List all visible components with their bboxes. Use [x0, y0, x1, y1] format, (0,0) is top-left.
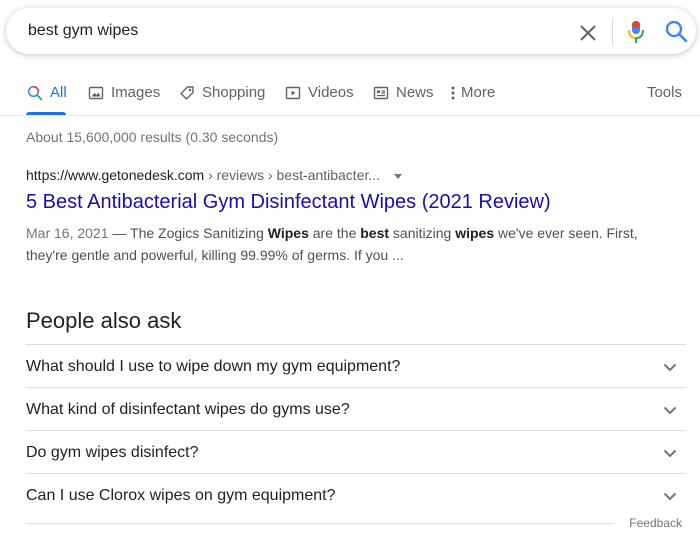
play-icon: [284, 84, 302, 102]
kebab-icon: [449, 84, 457, 102]
people-also-ask-title: People also ask: [26, 308, 182, 333]
feedback-link[interactable]: Feedback: [629, 516, 682, 530]
paa-question-text: What kind of disinfectant wipes do gyms …: [26, 401, 350, 418]
paa-question-text: Can I use Clorox wipes on gym equipment?: [26, 487, 336, 504]
result-title-link[interactable]: 5 Best Antibacterial Gym Disinfectant Wi…: [26, 191, 551, 214]
chevron-down-icon: [663, 406, 677, 415]
result-domain: https://www.getonedesk.com: [26, 167, 205, 183]
paa-question-text: Do gym wipes disinfect?: [26, 444, 199, 461]
result-snippet: Mar 16, 2021 — The Zogics Sanitizing Wip…: [26, 222, 666, 266]
search-button[interactable]: [664, 19, 690, 45]
snippet-text: are the: [308, 225, 361, 241]
paa-question-1[interactable]: What should I use to wipe down my gym eq…: [26, 345, 686, 388]
paa-question-text: What should I use to wipe down my gym eq…: [26, 358, 401, 375]
tab-shopping[interactable]: Shopping: [178, 76, 265, 114]
snippet-bold: best: [360, 225, 390, 241]
tab-label: Videos: [308, 84, 354, 101]
search-icon: [26, 84, 44, 102]
search-icon: [665, 20, 688, 43]
result-date: Mar 16, 2021: [26, 225, 109, 241]
result-url[interactable]: https://www.getonedesk.com › reviews › b…: [26, 167, 402, 183]
tab-label: News: [396, 84, 434, 101]
snippet-text: sanitizing: [389, 225, 456, 241]
result-path: › reviews › best-antibacter...: [204, 167, 381, 183]
tab-label: All: [50, 84, 67, 101]
tab-more[interactable]: More: [449, 76, 495, 114]
result-stats: About 15,600,000 results (0.30 seconds): [26, 129, 279, 145]
tools-button[interactable]: Tools: [647, 84, 682, 101]
search-tabs: All Images Shopping Videos News More Too…: [0, 76, 700, 116]
microphone-icon: [628, 21, 644, 43]
tab-videos[interactable]: Videos: [284, 76, 354, 114]
tab-images[interactable]: Images: [87, 76, 160, 114]
paa-bottom-divider: [26, 523, 614, 524]
chevron-down-icon: [663, 492, 677, 501]
snippet-bold: wipes: [455, 225, 495, 241]
tabs-divider: [0, 115, 700, 116]
voice-search-button[interactable]: [624, 19, 648, 45]
chevron-down-icon: [663, 449, 677, 458]
news-icon: [372, 84, 390, 102]
tab-label: Images: [111, 84, 161, 101]
tab-label: Shopping: [202, 84, 266, 101]
image-icon: [87, 84, 105, 102]
search-divider: [612, 18, 613, 46]
chevron-down-icon: [663, 363, 677, 372]
paa-question-2[interactable]: What kind of disinfectant wipes do gyms …: [26, 388, 686, 431]
tag-icon: [178, 84, 196, 102]
clear-icon: [580, 25, 596, 41]
search-input[interactable]: best gym wipes: [28, 22, 138, 40]
paa-question-4[interactable]: Can I use Clorox wipes on gym equipment?: [26, 474, 686, 517]
snippet-text: — The Zogics Sanitizing: [108, 225, 268, 241]
clear-button[interactable]: [576, 21, 600, 45]
tab-label: More: [461, 84, 496, 101]
tab-all[interactable]: All: [26, 76, 67, 114]
search-bar[interactable]: best gym wipes: [6, 8, 696, 54]
result-menu-arrow-icon[interactable]: [393, 173, 402, 179]
snippet-bold: Wipes: [267, 225, 309, 241]
tab-news[interactable]: News: [372, 76, 434, 114]
paa-question-3[interactable]: Do gym wipes disinfect?: [26, 431, 686, 474]
